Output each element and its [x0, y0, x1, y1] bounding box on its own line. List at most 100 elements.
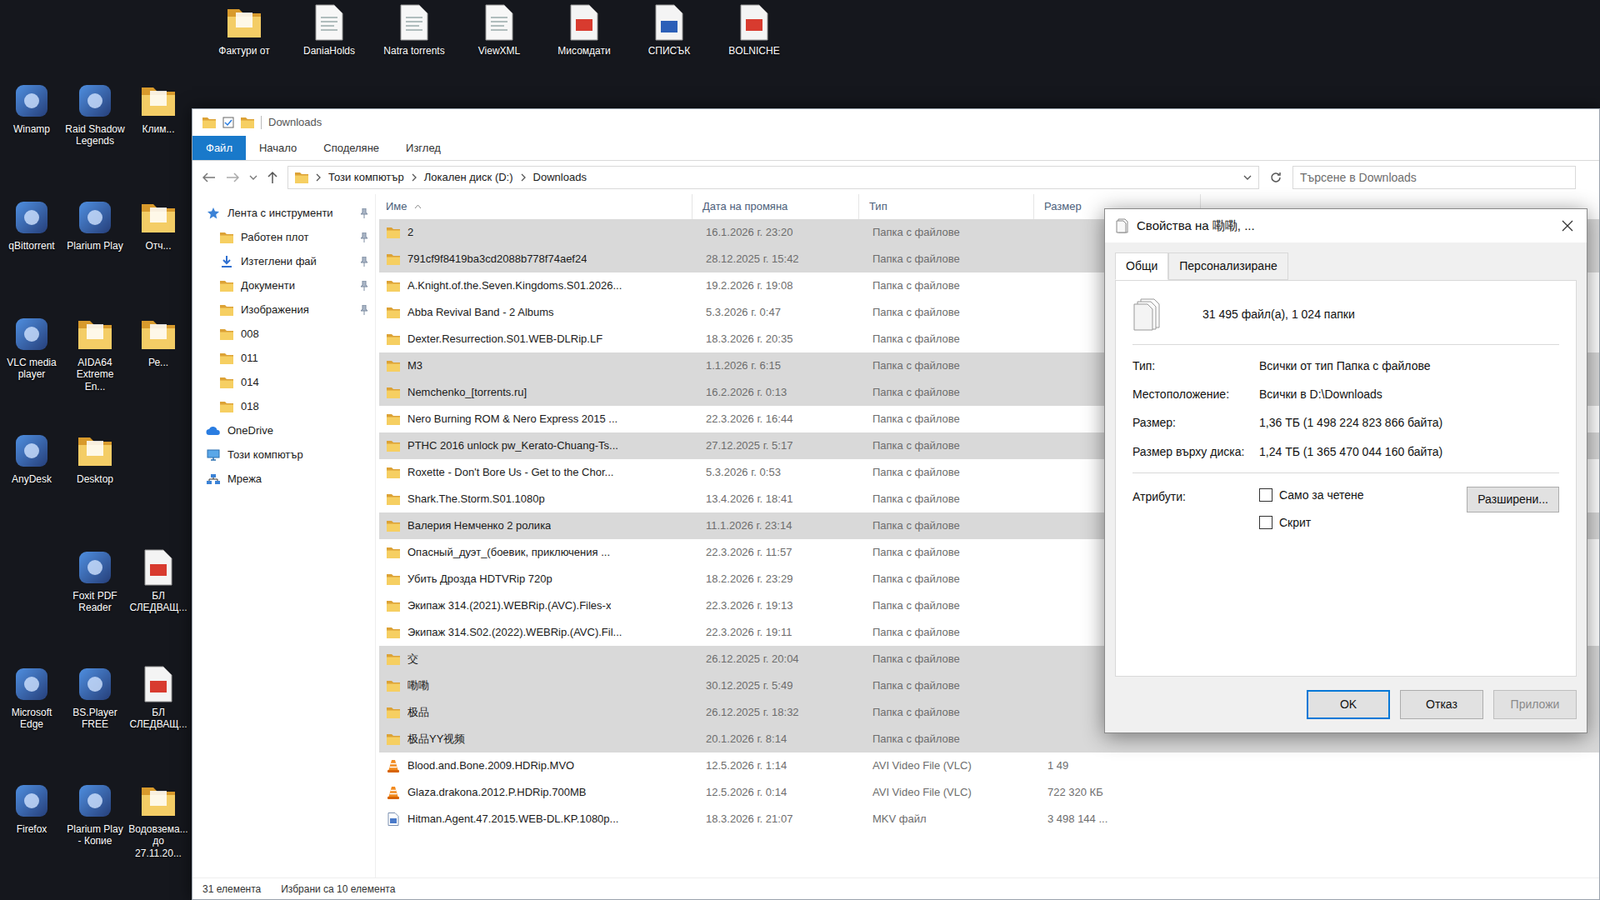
- desktop-icon-label: BS.Player FREE: [65, 706, 125, 731]
- desktop-icon[interactable]: BS.Player FREE: [63, 658, 127, 775]
- app-icon: [75, 781, 115, 820]
- nav-item[interactable]: 011: [192, 345, 375, 370]
- attribute-label[interactable]: Скрит: [1279, 514, 1311, 532]
- column-title[interactable]: Размер: [1044, 198, 1082, 215]
- file-name-cell: Abba Revival Band - 2 Albums: [379, 304, 696, 321]
- nav-label[interactable]: Изображения: [240, 301, 354, 319]
- ribbon-tab[interactable]: Начало: [245, 135, 310, 160]
- nav-label[interactable]: Работен плот: [240, 229, 354, 246]
- file-name-cell: Shark.The.Storm.S01.1080p: [379, 490, 696, 508]
- file-name-cell: Убить Дрозда HDTVRip 720p: [379, 570, 696, 588]
- desktop-icon[interactable]: BOLNICHE: [718, 3, 790, 57]
- quick-icon: [205, 206, 221, 220]
- nav-item[interactable]: Работен плот: [192, 225, 375, 250]
- column-title[interactable]: Тип: [869, 198, 888, 215]
- desktop-icon-label: BOLNICHE: [728, 45, 780, 57]
- nav-label[interactable]: OneDrive: [227, 422, 369, 440]
- desktop-icon[interactable]: БЛ СЛЕДВАЩ...: [126, 658, 190, 775]
- attribute-label[interactable]: Само за четене: [1279, 486, 1365, 505]
- folder-icon: [75, 315, 115, 354]
- folder-icon: [295, 171, 309, 184]
- desktop-icon[interactable]: СПИСЪК: [633, 3, 705, 57]
- folder-icon: [219, 304, 235, 316]
- app-icon: [75, 548, 115, 587]
- desktop-icon[interactable]: Ре...: [126, 308, 190, 425]
- nav-item[interactable]: Лента с инструменти: [192, 200, 375, 225]
- checkbox[interactable]: [1259, 515, 1273, 530]
- nav-item[interactable]: Този компютър: [192, 442, 375, 467]
- file-row[interactable]: Hitman.Agent.47.2015.WEB-DL.KP.1080p...1…: [379, 805, 1600, 833]
- property-label: Местоположение:: [1132, 386, 1250, 402]
- nav-label[interactable]: Изтеглени фай: [240, 253, 354, 270]
- general-tab-panel: 31 495 файл(а), 1 024 папкиТип:Всички от…: [1115, 280, 1577, 677]
- ribbon-tab[interactable]: Споделяне: [310, 135, 393, 160]
- desktop-icon-label: AnyDesk: [1, 473, 62, 485]
- nav-item[interactable]: Изтеглени фай: [192, 249, 375, 274]
- nav-label[interactable]: 018: [240, 398, 369, 415]
- desktop-icon[interactable]: Firefox: [0, 775, 64, 892]
- dialog-tab[interactable]: Общи: [1115, 252, 1169, 280]
- file-date: 20.1.2026 г. 8:14: [695, 730, 863, 748]
- desktop-icon[interactable]: Водовзема... до 27.11.20...: [126, 775, 190, 892]
- attribute-checkbox[interactable]: Скрит: [1259, 514, 1457, 532]
- separator-icon: [260, 115, 262, 130]
- desktop-icon[interactable]: Desktop: [63, 425, 127, 542]
- desktop-icon[interactable]: Plarium Play: [63, 191, 127, 309]
- desktop-icon[interactable]: VLC media player: [0, 308, 64, 425]
- address-bar[interactable]: Този компютър Локален диск (D:) Downloads: [287, 165, 1260, 190]
- desktop-icon[interactable]: Отч...: [126, 191, 190, 309]
- desktop-icon[interactable]: Winamp: [0, 75, 64, 192]
- dialog-button[interactable]: OK: [1306, 690, 1390, 720]
- nav-label[interactable]: Лента с инструменти: [227, 205, 354, 222]
- nav-label[interactable]: Този компютър: [227, 446, 369, 464]
- nav-label[interactable]: Документи: [240, 277, 354, 295]
- desktop-icon[interactable]: AnyDesk: [0, 425, 64, 542]
- nav-item[interactable]: Документи: [192, 273, 375, 298]
- file-row[interactable]: Glaza.drakona.2012.P.HDRip.700MB12.5.202…: [379, 779, 1600, 806]
- nav-item[interactable]: 018: [192, 394, 375, 419]
- ribbon-tab[interactable]: Изглед: [392, 135, 455, 160]
- advanced-button[interactable]: Разширени...: [1466, 486, 1560, 513]
- desktop-icon[interactable]: Microsoft Edge: [0, 658, 64, 775]
- nav-label[interactable]: 011: [240, 350, 369, 367]
- dialog-button[interactable]: Отказ: [1400, 690, 1484, 720]
- file-name: Опасный_дуэт_(боевик, приключения ...: [407, 544, 610, 561]
- desktop-icon[interactable]: БЛ СЛЕДВАЩ...: [126, 541, 190, 659]
- dialog-tab[interactable]: Персонализиране: [1168, 252, 1288, 280]
- checkbox[interactable]: [1259, 488, 1273, 502]
- nav-label[interactable]: 014: [240, 374, 369, 391]
- desktop-icon[interactable]: AIDA64 Extreme En...: [63, 308, 127, 425]
- desktop-icon[interactable]: ViewXML: [463, 3, 535, 57]
- column-header-cell[interactable]: Дата на промяна: [692, 194, 860, 220]
- address-segment[interactable]: Този компютър: [328, 169, 405, 186]
- desktop-icon[interactable]: Foxit PDF Reader: [63, 541, 127, 659]
- nav-item[interactable]: Изображения: [192, 297, 375, 322]
- desktop-icon[interactable]: qBittorrent: [0, 191, 64, 309]
- desktop-icon[interactable]: Мисомдати: [548, 3, 620, 57]
- address-segment[interactable]: Локален диск (D:): [424, 169, 514, 186]
- file-type: Папка с файлове: [862, 384, 1038, 401]
- column-header-cell[interactable]: Тип: [859, 194, 1035, 220]
- desktop-icon[interactable]: Клим...: [126, 75, 190, 192]
- attribute-checkbox[interactable]: Само за четене: [1259, 486, 1457, 505]
- desktop-icon[interactable]: DaniaHolds: [293, 3, 365, 57]
- file-type: Папка с файлове: [862, 677, 1038, 695]
- nav-item[interactable]: OneDrive: [192, 418, 375, 443]
- nav-label[interactable]: Мрежа: [227, 470, 369, 488]
- column-title[interactable]: Дата на промяна: [702, 198, 788, 215]
- file-row[interactable]: Blood.and.Bone.2009.HDRip.MVO12.5.2026 г…: [379, 752, 1600, 780]
- nav-item[interactable]: 008: [192, 321, 375, 346]
- desktop-icon[interactable]: Raid Shadow Legends: [63, 75, 127, 192]
- nav-item[interactable]: 014: [192, 370, 375, 395]
- file-name: Shark.The.Storm.S01.1080p: [407, 490, 545, 508]
- column-title[interactable]: Име: [385, 198, 408, 215]
- search-field[interactable]: [1292, 165, 1576, 190]
- address-segment[interactable]: Downloads: [533, 169, 587, 186]
- desktop-icon[interactable]: Фактури от: [208, 3, 280, 57]
- ribbon-tab[interactable]: Файл: [192, 135, 246, 160]
- desktop-icon[interactable]: Natra torrents: [378, 3, 450, 57]
- nav-item[interactable]: Мрежа: [192, 466, 375, 491]
- column-header-cell[interactable]: Име: [375, 194, 693, 220]
- nav-label[interactable]: 008: [240, 325, 369, 343]
- desktop-icon[interactable]: Plarium Play - Копие: [63, 775, 127, 892]
